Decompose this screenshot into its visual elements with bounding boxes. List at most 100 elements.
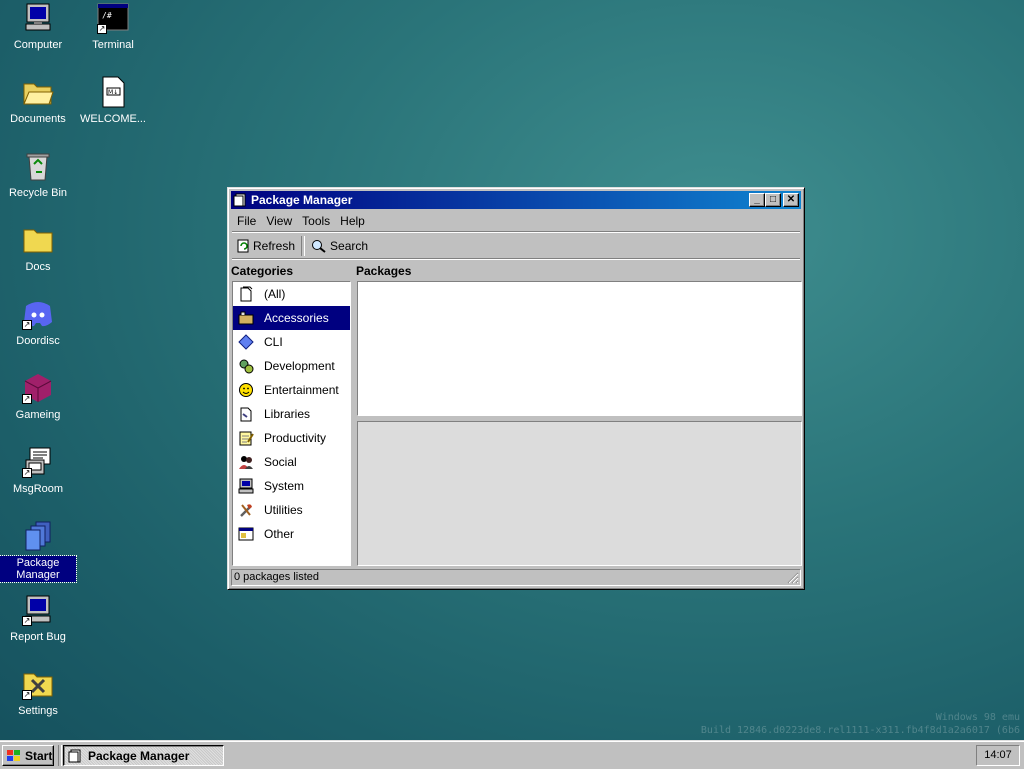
menu-view[interactable]: View — [261, 214, 297, 228]
category-label: System — [264, 479, 305, 493]
package-icon — [233, 193, 246, 207]
category-label: Productivity — [264, 431, 327, 445]
document-icon — [238, 286, 254, 302]
library-icon — [238, 406, 254, 422]
watermark-line-2: Build 12846.d0223de8.rel1111-x311.fb4f8d… — [700, 725, 1020, 736]
package-manager-window[interactable]: Package Manager _ □ ✕ File View Tools He… — [227, 187, 805, 590]
search-button[interactable]: Search — [307, 235, 372, 257]
shortcut-arrow-icon: ↗ — [22, 394, 32, 404]
menu-tools[interactable]: Tools — [297, 214, 335, 228]
cube-icon: ↗ — [22, 372, 54, 404]
status-bar: 0 packages listed — [231, 569, 801, 586]
start-label: Start — [25, 748, 53, 763]
taskbar-separator — [58, 745, 62, 766]
start-button[interactable]: Start — [2, 745, 54, 766]
accessories-icon — [238, 310, 254, 326]
taskbar-item-label: Package Manager — [88, 748, 190, 763]
computer-icon — [22, 2, 54, 34]
close-button[interactable]: ✕ — [783, 193, 799, 207]
shortcut-arrow-icon: ↗ — [22, 690, 32, 700]
category-label: Other — [264, 527, 295, 541]
packages-label: Packages — [356, 264, 412, 278]
desktop-icon-msgroom[interactable]: ↗ MsgRoom — [0, 446, 76, 496]
taskbar-item-package-manager[interactable]: Package Manager — [63, 745, 224, 766]
desktop-icon-settings[interactable]: ↗ Settings — [0, 668, 76, 718]
category-accessories[interactable]: Accessories — [233, 306, 350, 330]
recycle-bin-icon — [22, 150, 54, 182]
desktop-icon-package-manager[interactable]: Package Manager — [0, 520, 77, 583]
package-details-pane — [357, 421, 802, 566]
desktop-icon-label: Documents — [10, 113, 66, 125]
watermark-line-1: Windows 98 emu — [935, 712, 1020, 723]
desktop-icon-recycle-bin[interactable]: Recycle Bin — [0, 150, 76, 200]
category-other[interactable]: Other — [233, 522, 350, 546]
maximize-button[interactable]: □ — [765, 193, 781, 207]
chat-computer-icon: ↗ — [22, 446, 54, 478]
desktop-icon-report-bug[interactable]: ↗ Report Bug — [0, 594, 76, 644]
notepad-icon — [238, 430, 254, 446]
desktop-icon-documents[interactable]: Documents — [0, 76, 76, 126]
category-productivity[interactable]: Productivity — [233, 426, 350, 450]
toolbar: Refresh Search — [232, 234, 800, 259]
desktop-icon-label: Docs — [25, 261, 51, 273]
computer-icon: ↗ — [22, 594, 54, 626]
minimize-button[interactable]: _ — [749, 193, 765, 207]
category-system[interactable]: System — [233, 474, 350, 498]
categories-list[interactable]: (All) Accessories CLI Development Entert… — [232, 281, 351, 566]
desktop-icon-terminal[interactable]: /# ↗ Terminal — [75, 2, 151, 52]
refresh-label: Refresh — [253, 239, 296, 253]
clock-text: 14:07 — [984, 749, 1012, 761]
package-icon — [68, 749, 81, 762]
folder-icon — [22, 224, 54, 256]
desktop-icon-gameing[interactable]: ↗ Gameing — [0, 372, 76, 422]
settings-folder-icon: ↗ — [22, 668, 54, 700]
desktop-icon-label: Terminal — [92, 39, 134, 51]
category-cli[interactable]: CLI — [233, 330, 350, 354]
desktop-icon-label: Recycle Bin — [8, 187, 68, 199]
packages-list[interactable] — [357, 281, 802, 416]
shortcut-arrow-icon: ↗ — [22, 320, 32, 330]
desktop-icon-docs[interactable]: Docs — [0, 224, 76, 274]
desktop-icon-label: Report Bug — [10, 631, 66, 643]
windows-logo-icon — [7, 749, 20, 761]
category-libraries[interactable]: Libraries — [233, 402, 350, 426]
desktop-icon-label: Settings — [18, 705, 58, 717]
refresh-button[interactable]: Refresh — [232, 235, 299, 257]
categories-label: Categories — [231, 264, 294, 278]
system-tray-clock[interactable]: 14:07 — [976, 745, 1020, 766]
desktop-icon-computer[interactable]: Computer — [0, 2, 76, 52]
menu-file[interactable]: File — [232, 214, 261, 228]
shortcut-arrow-icon: ↗ — [22, 616, 32, 626]
category-utilities[interactable]: Utilities — [233, 498, 350, 522]
desktop-icon-doordisc[interactable]: ↗ Doordisc — [0, 298, 76, 348]
window-icon — [238, 526, 254, 542]
desktop-icon-label: Package Manager — [0, 555, 77, 583]
window-titlebar[interactable]: Package Manager _ □ ✕ — [231, 191, 801, 209]
category-label: CLI — [264, 335, 283, 349]
markdown-file-icon: M↓ — [97, 76, 129, 108]
desktop-icon-label: Gameing — [15, 409, 61, 421]
category-all[interactable]: (All) — [233, 282, 350, 306]
menu-help[interactable]: Help — [335, 214, 370, 228]
resize-grip-icon[interactable] — [787, 572, 799, 584]
search-icon — [312, 240, 326, 253]
window-title: Package Manager — [251, 193, 353, 207]
search-label: Search — [330, 239, 369, 253]
category-label: Social — [264, 455, 297, 469]
terminal-icon: /# ↗ — [97, 2, 129, 34]
category-label: Entertainment — [264, 383, 339, 397]
category-social[interactable]: Social — [233, 450, 350, 474]
desktop-icon-label: MsgRoom — [12, 483, 64, 495]
tools-icon — [238, 502, 254, 518]
svg-text:M↓: M↓ — [108, 89, 118, 96]
menu-bar: File View Tools Help — [232, 211, 800, 232]
gears-icon — [238, 358, 254, 374]
folder-open-icon — [22, 76, 54, 108]
category-development[interactable]: Development — [233, 354, 350, 378]
category-entertainment[interactable]: Entertainment — [233, 378, 350, 402]
toolbar-separator — [301, 236, 306, 256]
diamond-icon — [238, 334, 254, 350]
category-label: Libraries — [264, 407, 311, 421]
desktop-icon-welcome[interactable]: M↓ WELCOME... — [75, 76, 151, 126]
smiley-icon — [238, 382, 254, 398]
